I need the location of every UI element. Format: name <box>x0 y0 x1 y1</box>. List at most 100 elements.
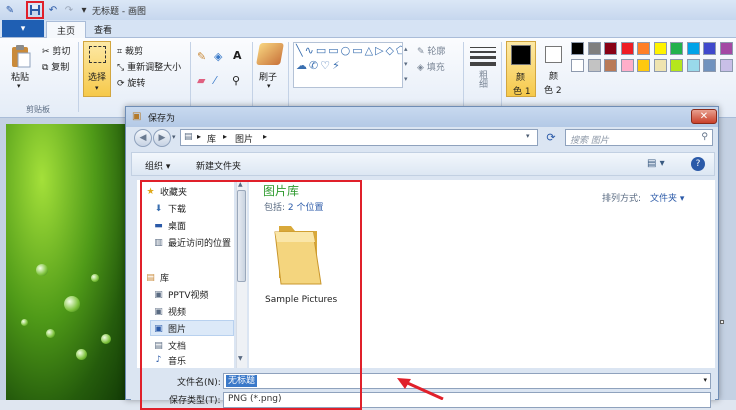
resize-button[interactable]: ⤡ 重新调整大小 <box>117 60 181 73</box>
palette-color-swatch[interactable] <box>670 42 683 55</box>
outline-button[interactable]: ✎ 轮廓 <box>417 44 445 57</box>
palette-color-swatch[interactable] <box>653 59 667 72</box>
dialog-title-bar: ▣ 保存为 <box>126 107 718 127</box>
history-dropdown-icon[interactable]: ▾ <box>172 133 176 141</box>
search-icon: ⚲ <box>701 132 708 142</box>
new-folder-button[interactable]: 新建文件夹 <box>196 159 241 172</box>
cut-button[interactable]: ✂ 剪切 <box>42 44 70 57</box>
breadcrumb-arrow-icon[interactable]: ▸ <box>223 132 227 141</box>
color1-button[interactable]: 颜 色 1 <box>506 41 536 97</box>
organize-button[interactable]: 组织 ▾ <box>145 159 170 172</box>
view-options-icon[interactable]: ▤ ▾ <box>647 158 665 169</box>
color2-button[interactable]: 颜 色 2 <box>541 41 571 97</box>
palette-color-swatch[interactable] <box>719 59 733 72</box>
palette-color-swatch[interactable] <box>637 42 650 55</box>
copy-label: 复制 <box>51 63 70 73</box>
close-button[interactable]: ✕ <box>691 109 717 124</box>
paint-doc-icon: ▣ <box>132 111 142 122</box>
crop-button[interactable]: ⌗ 裁剪 <box>117 44 143 57</box>
breadcrumb-arrow-icon[interactable]: ▸ <box>197 132 201 141</box>
palette-color-swatch[interactable] <box>604 42 617 55</box>
eraser-icon[interactable]: ▰ <box>197 74 205 87</box>
fill-bucket-icon[interactable]: ◈ <box>214 50 222 63</box>
crop-icon: ⌗ <box>117 47 125 57</box>
palette-color-swatch[interactable] <box>686 59 700 72</box>
palette-color-swatch[interactable] <box>637 59 650 72</box>
pencil-icon[interactable]: ✎ <box>197 50 206 63</box>
brushes-dropdown-icon[interactable]: ▾ <box>267 82 271 90</box>
nav-pane-highlight <box>140 180 362 410</box>
help-icon[interactable]: ? <box>691 157 705 171</box>
color-picker-icon[interactable]: ⁄ <box>214 74 216 87</box>
canvas-resize-handle[interactable] <box>720 320 724 324</box>
brush-icon[interactable] <box>256 43 284 65</box>
refresh-icon[interactable]: ⟳ <box>542 129 560 146</box>
palette-color-swatch[interactable] <box>571 59 584 72</box>
palette-color-swatch[interactable] <box>620 42 634 55</box>
clipboard-group-label: 剪贴板 <box>26 105 50 114</box>
palette-color-swatch[interactable] <box>703 42 716 55</box>
rotate-button[interactable]: ⟳ 旋转 <box>117 76 145 89</box>
window-title: 无标题 - 画图 <box>92 7 146 17</box>
search-input[interactable]: 搜索 图片 ⚲ <box>565 129 713 146</box>
scissors-icon: ✂ <box>42 47 53 57</box>
water-drop <box>21 319 28 326</box>
forward-button[interactable]: ▶ <box>153 129 171 147</box>
file-menu-label: ▾ <box>20 23 26 34</box>
select-icon <box>89 46 106 63</box>
size-button[interactable]: 粗细 <box>476 70 489 88</box>
paint-app-icon[interactable]: ✎ <box>2 2 18 18</box>
file-menu-button[interactable]: ▾ <box>2 20 44 37</box>
ribbon-separator <box>288 42 289 112</box>
tab-view[interactable]: 查看 <box>84 21 122 38</box>
breadcrumb-libraries[interactable]: 库 <box>207 132 216 145</box>
text-tool-icon[interactable]: A <box>233 49 242 62</box>
address-bar[interactable]: ▤ ▸ 库 ▸ 图片 ▸ ▾ <box>180 129 538 146</box>
rotate-label: 旋转 <box>127 79 146 89</box>
forward-arrow-icon: ▶ <box>158 133 166 143</box>
breadcrumb-pictures[interactable]: 图片 <box>235 132 253 145</box>
color1-swatch <box>511 45 531 65</box>
ribbon-separator <box>78 42 79 112</box>
back-button[interactable]: ◀ <box>134 129 152 147</box>
palette-color-swatch[interactable] <box>653 42 667 55</box>
paste-dropdown-icon[interactable]: ▾ <box>17 82 21 90</box>
redo-icon[interactable]: ↷ <box>61 2 77 18</box>
customize-quick-access-icon[interactable]: ▾ <box>76 2 92 18</box>
shapes-scroll-icon[interactable]: ▴ ▾ ▾ <box>404 42 408 87</box>
water-drop <box>76 349 87 360</box>
select-button[interactable]: 选择 ▾ <box>83 41 111 97</box>
palette-color-swatch[interactable] <box>587 59 601 72</box>
palette-color-swatch[interactable] <box>686 42 700 55</box>
color2-label-b: 色 2 <box>544 86 562 96</box>
address-dropdown-icon[interactable]: ▾ <box>526 132 530 140</box>
copy-button[interactable]: ⧉ 复制 <box>42 60 69 73</box>
resize-icon: ⤡ <box>117 63 128 73</box>
fill-icon: ◈ <box>417 63 427 73</box>
select-dropdown-icon: ▾ <box>95 84 99 92</box>
cut-label: 剪切 <box>52 47 71 57</box>
filename-dropdown-icon[interactable]: ▾ <box>703 376 707 384</box>
magnifier-icon[interactable]: ⚲ <box>232 74 240 87</box>
tab-home[interactable]: 主页 <box>46 21 87 38</box>
breadcrumb-arrow-icon[interactable]: ▸ <box>263 132 267 141</box>
ribbon-separator <box>463 42 464 112</box>
palette-color-swatch[interactable] <box>719 42 733 55</box>
fill-button[interactable]: ◈ 填充 <box>417 60 445 73</box>
palette-color-swatch[interactable] <box>587 42 601 55</box>
palette-color-swatch[interactable] <box>670 59 683 72</box>
undo-icon[interactable]: ↶ <box>45 2 61 18</box>
library-icon: ▤ <box>184 132 193 142</box>
size-icon[interactable] <box>470 44 496 69</box>
dialog-toolbar: 组织 ▾ 新建文件夹 ▤ ▾ ? <box>131 152 715 176</box>
ribbon-separator <box>501 42 502 112</box>
palette-color-swatch[interactable] <box>620 59 634 72</box>
arrange-by-dropdown[interactable]: 文件夹 ▾ <box>650 191 684 204</box>
palette-color-swatch[interactable] <box>571 42 584 55</box>
palette-color-swatch[interactable] <box>703 59 716 72</box>
paste-icon[interactable] <box>8 44 34 68</box>
palette-color-swatch[interactable] <box>604 59 617 72</box>
canvas-image[interactable] <box>6 124 126 400</box>
resize-label: 重新调整大小 <box>127 63 182 73</box>
shapes-gallery[interactable]: ╲∿▭▭○▭△▷◇⬠⬡☆◁▷△▽✧☆☁✆♡⚡ <box>293 42 403 88</box>
